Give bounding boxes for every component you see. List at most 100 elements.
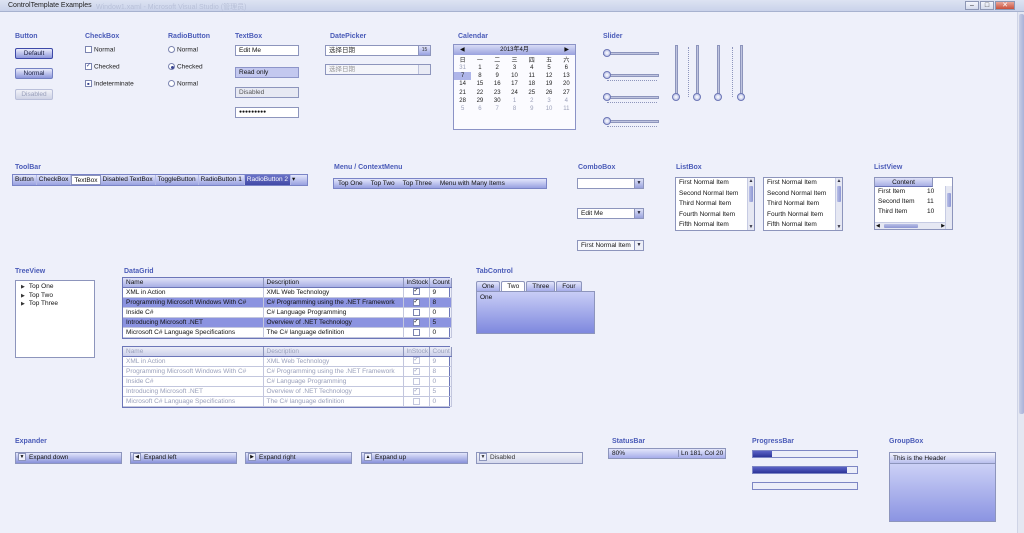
chevron-down-icon[interactable]: ▼ [634,241,643,250]
instock-checkbox[interactable] [412,329,420,337]
horizontal-slider[interactable] [603,71,659,82]
hscroll-thumb[interactable] [884,224,918,228]
listbox-2[interactable]: First Normal Item Second Normal Item Third… [763,177,843,231]
calendar-day[interactable]: 16 [489,80,506,88]
column-header[interactable]: Count [429,278,452,288]
calendar-day[interactable]: 2 [523,97,540,105]
menu-item-top-three[interactable]: Top Three [399,180,436,187]
close-button[interactable]: ✕ [995,1,1015,10]
listbox-scrollbar[interactable]: ▲ ▼ [747,178,754,230]
checkbox-normal[interactable]: Normal [85,46,115,53]
list-item[interactable]: Fourth Normal Item [676,210,754,221]
toolbar-togglebutton[interactable]: ToggleButton [156,175,199,185]
toolbar-radiobutton-1[interactable]: RadioButton 1 [199,175,245,185]
slider-thumb[interactable] [714,93,722,101]
calendar-day[interactable]: 13 [558,72,575,80]
expander-arrow-icon[interactable]: ▲ [364,453,372,462]
calendar-day[interactable]: 22 [471,89,488,97]
combobox-editable[interactable]: Edit Me ▼ [577,208,644,219]
calendar-day[interactable]: 5 [540,64,557,72]
slider-thumb[interactable] [737,93,745,101]
tree-item[interactable]: ▶ Top Three [16,300,94,309]
scroll-down-icon[interactable]: ▼ [748,224,754,230]
toolbar-overflow-icon[interactable]: ▾ [291,175,296,185]
calendar-day[interactable]: 9 [523,105,540,113]
slider-track[interactable] [675,45,678,100]
listview-vscrollbar[interactable] [945,186,952,229]
scroll-down-icon[interactable]: ▼ [836,224,842,230]
calendar-day[interactable]: 1 [506,97,523,105]
treeview[interactable]: ▶ Top One ▶ Top Two ▶ Top Three [15,280,95,358]
list-item[interactable]: Third Normal Item [676,199,754,210]
calendar-day[interactable]: 2 [489,64,506,72]
calendar-day[interactable]: 25 [523,89,540,97]
calendar-day[interactable]: 6 [471,105,488,113]
slider-thumb[interactable] [693,93,701,101]
calendar-day[interactable]: 8 [471,72,488,80]
calendar[interactable]: ◀ 2013年4月 ▶ 日一二三四五六 31 1 2 3 4 5 6 7 8 9 10 11 12 13 1… [453,44,576,130]
calendar-day[interactable]: 12 [540,72,557,80]
expander-expand-down[interactable]: ▼ Expand down [15,452,122,464]
expand-arrow-icon[interactable]: ▶ [21,301,25,307]
instock-checkbox[interactable]: ✓ [412,319,420,327]
calendar-day[interactable]: 6 [558,64,575,72]
scroll-thumb[interactable] [749,186,753,202]
calendar-prev-icon[interactable]: ◀ [460,45,465,55]
listview-row[interactable]: Second Item 11 [875,197,952,207]
list-item[interactable]: Fifth Normal Item [764,220,842,230]
table-row[interactable]: XML in Action XML Web Technology ✓ 9 [123,287,452,298]
list-item[interactable]: Second Normal Item [676,189,754,200]
slider-track[interactable] [603,74,659,77]
calendar-day[interactable]: 19 [540,80,557,88]
expand-arrow-icon[interactable]: ▶ [21,284,25,290]
calendar-day[interactable]: 7 [489,105,506,113]
scroll-up-icon[interactable]: ▲ [748,178,754,184]
calendar-day[interactable]: 10 [506,72,523,80]
calendar-day[interactable]: 11 [558,105,575,113]
slider-track[interactable] [603,120,659,123]
expander-arrow-icon[interactable]: ▶ [248,453,256,462]
toolbar-checkbox[interactable]: CheckBox [37,175,72,185]
calendar-day[interactable]: 4 [558,97,575,105]
maximize-button[interactable]: □ [980,1,994,10]
vertical-slider[interactable] [714,45,724,103]
calendar-icon[interactable]: 15 [418,46,430,55]
tab-three[interactable]: Three [526,281,556,291]
listview-row[interactable]: Third Item 10 [875,207,952,217]
scrollbar-thumb[interactable] [1019,14,1024,414]
horizontal-slider[interactable] [603,117,659,128]
expand-arrow-icon[interactable]: ▶ [21,293,25,299]
datagrid[interactable]: Name Description InStock Count XML in Action… [122,277,452,340]
slider-track[interactable] [603,52,659,55]
tree-item[interactable]: ▶ Top One [16,283,94,292]
radio-normal-2[interactable]: Normal [168,80,198,87]
calendar-day[interactable]: 1 [471,64,488,72]
calendar-day[interactable]: 9 [489,72,506,80]
datepicker-input[interactable]: 选择日期 15 [325,45,431,56]
calendar-day[interactable]: 14 [454,80,471,88]
slider-track[interactable] [740,45,743,100]
slider-thumb[interactable] [603,71,611,79]
checkbox-indeterminate[interactable]: ■ Indeterminate [85,80,134,87]
menu-item-many[interactable]: Menu with Many Items [436,180,509,187]
default-button[interactable]: Default [15,48,53,59]
expander-expand-right[interactable]: ▶ Expand right [245,452,352,464]
password-box[interactable]: ●●●●●●●●● [235,107,299,118]
radio-circle[interactable] [168,63,175,70]
table-row[interactable]: Introducing Microsoft .NET Overview of .N… [123,317,452,329]
slider-thumb[interactable] [603,49,611,57]
horizontal-slider[interactable] [603,93,659,104]
scroll-up-icon[interactable]: ▲ [836,178,842,184]
expander-arrow-icon[interactable]: ▼ [18,453,26,462]
calendar-day[interactable]: 11 [523,72,540,80]
instock-checkbox[interactable]: ✓ [412,298,420,306]
list-item[interactable]: Fifth Normal Item [676,220,754,230]
table-row[interactable]: Microsoft C# Language Specifications The … [123,327,452,339]
slider-track[interactable] [717,45,720,100]
slider-track[interactable] [696,45,699,100]
calendar-day[interactable]: 7 [454,72,472,81]
slider-track[interactable] [603,96,659,99]
listview[interactable]: Content First Item 10 Second Item 11 Third I… [874,177,953,230]
calendar-day[interactable]: 23 [489,89,506,97]
checkbox-box[interactable] [85,46,92,53]
